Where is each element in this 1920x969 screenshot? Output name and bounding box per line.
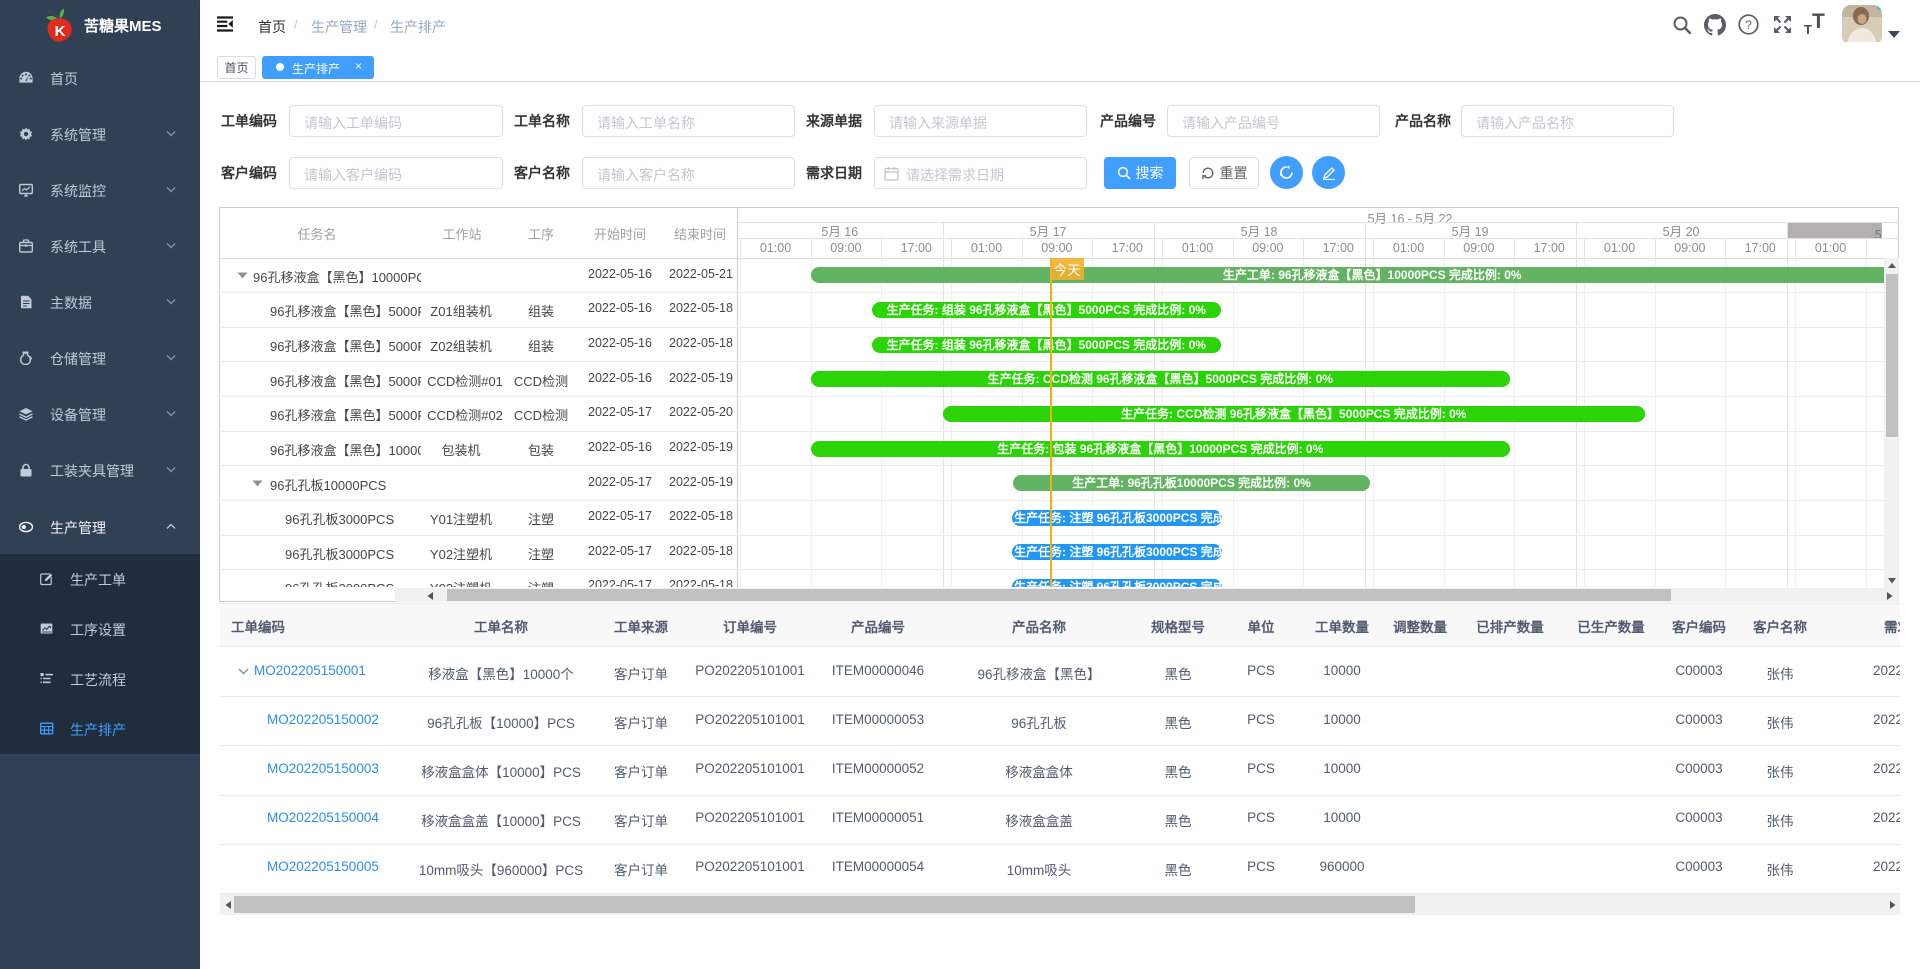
svg-text:?: ? [1745, 18, 1752, 32]
svg-text:K: K [55, 23, 66, 40]
